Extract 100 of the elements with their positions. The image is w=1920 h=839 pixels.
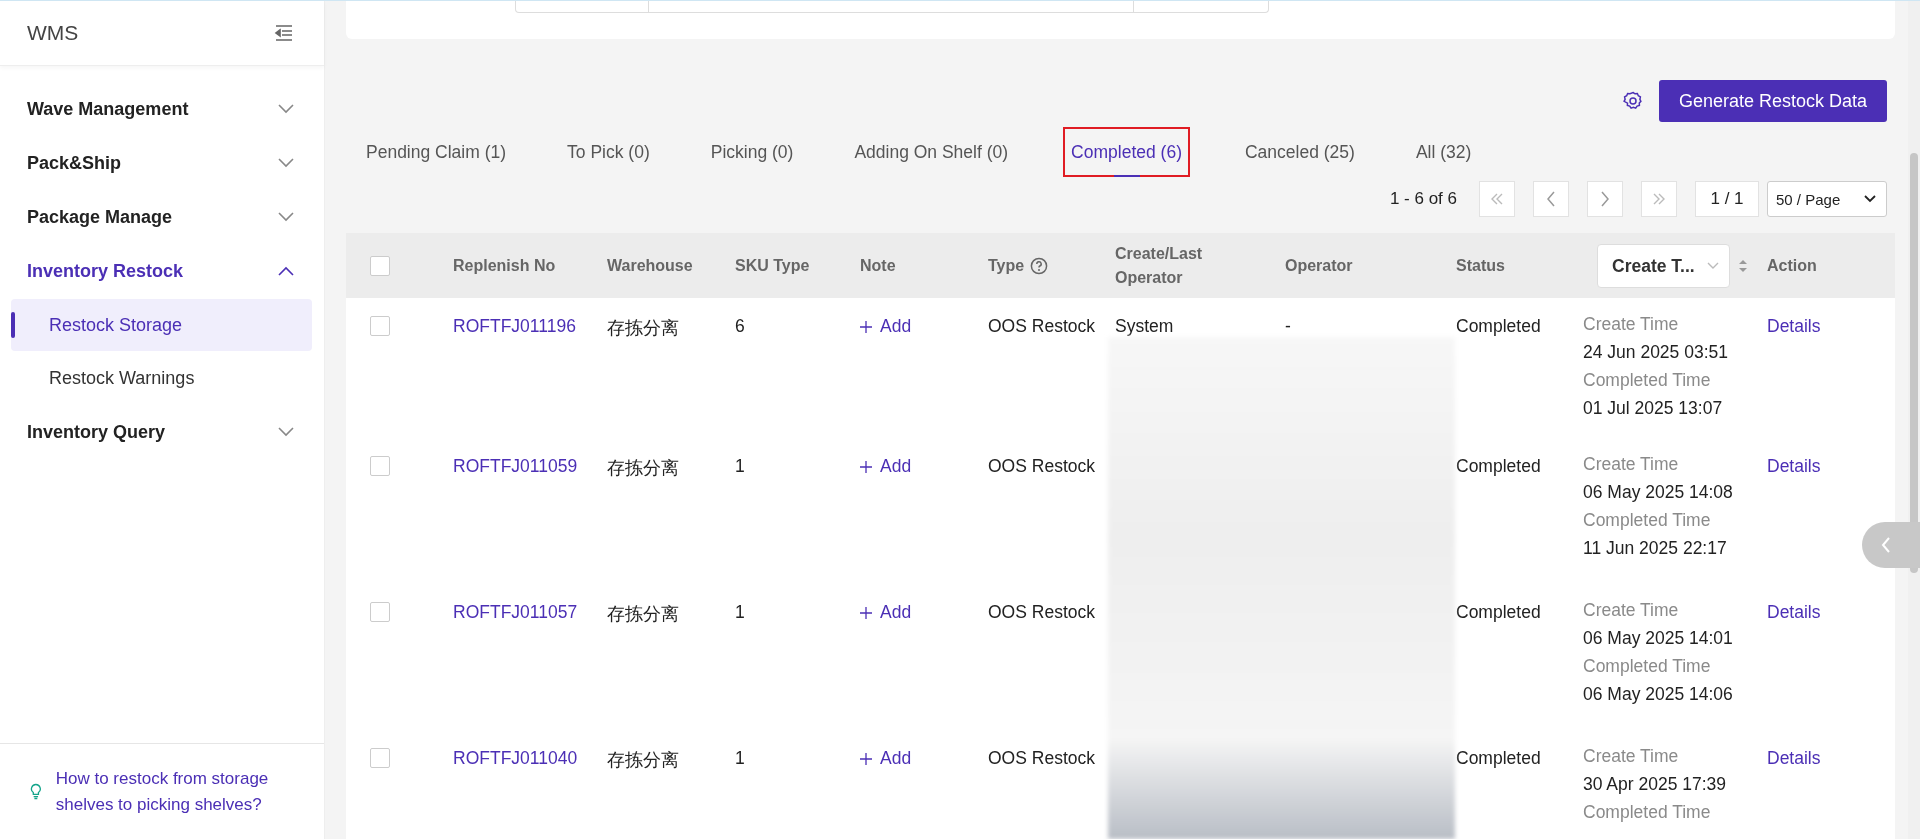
sort-icon[interactable] xyxy=(1738,257,1748,274)
row-checkbox[interactable] xyxy=(370,748,390,768)
plus-icon xyxy=(860,320,872,333)
table-cell: 存拣分离 xyxy=(607,604,679,624)
replenish-link[interactable]: ROFTFJ011057 xyxy=(453,602,578,622)
double-chevron-left-icon xyxy=(1490,193,1504,205)
time-value: 06 May 2025 14:06 xyxy=(1583,683,1734,706)
double-chevron-right-icon xyxy=(1652,193,1666,205)
help-icon[interactable] xyxy=(1030,256,1049,275)
column-header: Note xyxy=(860,255,896,276)
column-header: Type xyxy=(988,255,1025,276)
row-checkbox[interactable] xyxy=(370,456,390,476)
menu-item[interactable]: Wave Management xyxy=(0,82,324,136)
table-cell: OOS Restock xyxy=(988,748,1095,768)
add-note-link[interactable]: Add xyxy=(860,602,912,623)
table-cell: Completed xyxy=(1456,456,1541,476)
replenish-link[interactable]: ROFTFJ011059 xyxy=(453,456,578,476)
filter-field[interactable] xyxy=(515,1,1269,13)
row-checkbox[interactable] xyxy=(370,602,390,622)
tab[interactable]: Pending Claim (1) xyxy=(360,127,513,177)
tab[interactable]: To Pick (0) xyxy=(561,127,656,177)
menu-item[interactable]: Package Manage xyxy=(0,190,324,244)
tab[interactable]: Adding On Shelf (0) xyxy=(848,127,1015,177)
table-cell: OOS Restock xyxy=(988,456,1095,476)
sort-select[interactable]: Create T... xyxy=(1597,243,1730,288)
table-cell: 存拣分离 xyxy=(607,458,679,478)
plus-icon xyxy=(860,460,872,473)
table-cell: - xyxy=(1285,316,1291,336)
details-link[interactable]: Details xyxy=(1767,748,1821,768)
caret-icon xyxy=(1707,261,1719,270)
column-header: Status xyxy=(1456,255,1505,276)
table-cell: 1 xyxy=(735,456,745,476)
table-cell: 存拣分离 xyxy=(607,318,679,338)
add-note-link[interactable]: Add xyxy=(860,748,912,769)
time-label: Completed Time xyxy=(1583,801,1712,824)
app-title: WMS xyxy=(27,21,79,45)
tab[interactable]: Completed (6) xyxy=(1063,127,1190,177)
column-header: Replenish No xyxy=(453,255,556,276)
page-range: 1 - 6 of 6 xyxy=(1389,189,1457,209)
tab[interactable]: All (32) xyxy=(1409,127,1478,177)
expand-panel-button[interactable] xyxy=(1862,522,1920,568)
table-cell: 6 xyxy=(735,316,745,336)
column-header: Action xyxy=(1767,255,1817,276)
time-label: Completed Time xyxy=(1583,655,1712,678)
table-cell: 1 xyxy=(735,602,745,622)
time-label: Create Time xyxy=(1583,599,1680,622)
tab[interactable]: Picking (0) xyxy=(704,127,800,177)
time-value: 06 May 2025 14:01 xyxy=(1583,627,1734,650)
table-cell: 存拣分离 xyxy=(607,750,679,770)
replenish-link[interactable]: ROFTFJ011040 xyxy=(453,748,578,768)
next-page-button[interactable] xyxy=(1587,181,1623,217)
column-header: Operator xyxy=(1285,255,1353,276)
details-link[interactable]: Details xyxy=(1767,316,1821,336)
previous-page-button[interactable] xyxy=(1533,181,1569,217)
add-note-link[interactable]: Add xyxy=(860,456,912,477)
first-page-button[interactable] xyxy=(1479,181,1515,217)
column-header: SKU Type xyxy=(735,255,810,276)
last-page-button[interactable] xyxy=(1641,181,1677,217)
time-label: Completed Time xyxy=(1583,369,1712,392)
page-size-select[interactable]: 50 / Page xyxy=(1767,181,1887,217)
chevron-right-icon xyxy=(1600,191,1610,207)
time-label: Create Time xyxy=(1583,453,1680,476)
page-input[interactable]: 1 / 1 xyxy=(1695,181,1759,217)
table-cell: OOS Restock xyxy=(988,602,1095,622)
tab[interactable]: Canceled (25) xyxy=(1239,127,1361,177)
table-cell: Completed xyxy=(1456,748,1541,768)
menu-item[interactable]: Pack&Ship xyxy=(0,136,324,190)
time-value: 11 Jun 2025 22:17 xyxy=(1583,537,1728,560)
column-header: Warehouse xyxy=(607,255,693,276)
submenu-item[interactable]: Restock Storage xyxy=(11,299,312,351)
time-value: 06 May 2025 14:08 xyxy=(1583,481,1734,504)
collapse-menu-icon[interactable] xyxy=(274,25,294,41)
caret-icon xyxy=(1864,195,1876,203)
time-label: Completed Time xyxy=(1583,509,1712,532)
menu-item[interactable]: Inventory Query xyxy=(0,405,324,459)
select-all-checkbox[interactable] xyxy=(370,255,390,276)
details-link[interactable]: Details xyxy=(1767,456,1821,476)
table-cell: Completed xyxy=(1456,316,1541,336)
time-label: Create Time xyxy=(1583,313,1680,336)
column-header: Create/Last Operator xyxy=(1115,243,1204,288)
time-label: Create Time xyxy=(1583,745,1680,768)
generate-button[interactable]: Generate Restock Data xyxy=(1658,80,1887,122)
table-cell: 1 xyxy=(735,748,745,768)
time-value: 30 Apr 2025 17:39 xyxy=(1583,773,1728,796)
time-value: 01 Jul 2025 13:07 xyxy=(1583,397,1724,420)
settings-icon[interactable] xyxy=(1622,91,1643,111)
table-cell: OOS Restock xyxy=(988,316,1095,336)
row-checkbox[interactable] xyxy=(370,316,390,336)
submenu-item[interactable]: Restock Warnings xyxy=(11,352,312,404)
plus-icon xyxy=(860,606,872,619)
chevron-left-icon xyxy=(1546,191,1556,207)
table-cell: Completed xyxy=(1456,602,1541,622)
details-link[interactable]: Details xyxy=(1767,602,1821,622)
plus-icon xyxy=(860,752,872,765)
add-note-link[interactable]: Add xyxy=(860,316,912,337)
replenish-link[interactable]: ROFTFJ011196 xyxy=(453,316,576,336)
time-value: 24 Jun 2025 03:51 xyxy=(1583,341,1729,364)
menu-item[interactable]: Inventory Restock xyxy=(0,244,324,298)
help-link[interactable]: How to restock from storage shelves to picking shelves? xyxy=(55,765,304,818)
table-cell: System xyxy=(1115,316,1174,336)
